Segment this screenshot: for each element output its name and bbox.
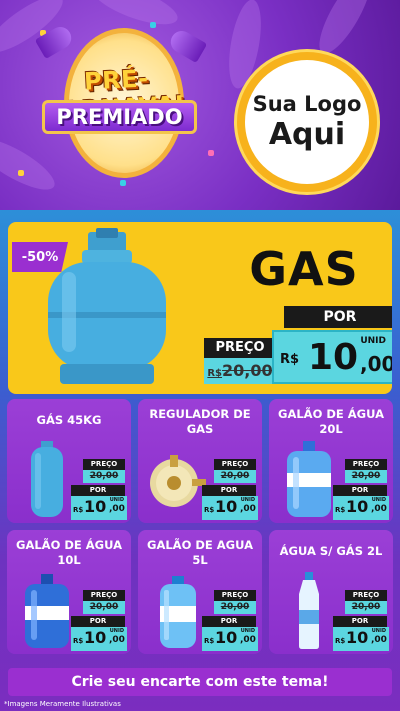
por-label: POR	[71, 616, 125, 627]
unit-label: UNID	[109, 628, 124, 634]
sale-price: UNID R$ 10 ,00	[333, 627, 389, 651]
currency-symbol: R$	[73, 637, 84, 645]
product-title: GALÃO DE ÁGUA 20L	[278, 407, 384, 436]
water-jug-10l-image	[25, 574, 69, 648]
unit-label: UNID	[240, 628, 255, 634]
product-card: ÁGUA S/ GÁS 2L PREÇO 20,00 POR UNID R$ 1…	[269, 530, 393, 654]
leaf-decoration	[310, 0, 380, 60]
discount-badge: -50%	[12, 242, 68, 272]
store-logo-placeholder: Sua Logo Aqui	[237, 52, 377, 192]
product-title: ÁGUA S/ GÁS 2L	[279, 544, 383, 558]
price-decimal: ,00	[371, 635, 387, 645]
old-price: 20,00	[83, 470, 125, 483]
sale-price: UNID R$ 10 ,00	[71, 496, 127, 520]
product-card: GALÃO DE ÁGUA 10L PREÇO 20,00 POR UNID R…	[7, 530, 131, 654]
currency-symbol: R$	[335, 637, 346, 645]
sale-price: UNID R$ 10 ,00	[272, 330, 392, 384]
preco-label: PREÇO	[345, 459, 387, 470]
sale-price: UNID R$ 10 ,00	[71, 627, 127, 651]
price-integer: 10	[215, 628, 238, 647]
product-card: REGULADOR DE GAS PREÇO 20,00 POR UNID R$…	[138, 399, 262, 523]
price-integer: 10	[84, 628, 107, 647]
por-label: POR	[333, 485, 387, 496]
featured-product-card: -50% GAS PREÇO R$20,00 POR UNID R$ 10 ,0…	[8, 222, 392, 394]
logo-line-2: Aqui	[268, 117, 346, 152]
product-title: GAS	[249, 242, 359, 296]
currency-symbol: R$	[335, 506, 346, 514]
product-card: GÁS 45KG PREÇO 20,00 POR UNID R$ 10 ,00	[7, 399, 131, 523]
preco-label: PREÇO	[83, 590, 125, 601]
gas-cylinder-45kg-image	[31, 441, 63, 517]
cta-banner[interactable]: Crie seu encarte com este tema!	[8, 668, 392, 696]
preco-label: PREÇO	[83, 459, 125, 470]
product-title: GÁS 45KG	[36, 413, 102, 427]
price-integer: 10	[346, 628, 369, 647]
price-integer: 10	[346, 497, 369, 516]
por-label: POR	[202, 485, 256, 496]
confetti-decoration	[120, 180, 126, 186]
confetti-decoration	[18, 170, 24, 176]
product-title: REGULADOR DE GAS	[149, 407, 251, 436]
preco-label: PREÇO	[345, 590, 387, 601]
por-label: POR	[71, 485, 125, 496]
gas-regulator-image	[150, 455, 206, 507]
price-integer: 10	[308, 337, 359, 378]
old-price: 20,00	[345, 601, 387, 614]
product-title: GALÃO DE ÁGUA 10L	[16, 538, 122, 567]
currency-symbol: R$	[204, 637, 215, 645]
price-decimal: ,00	[240, 635, 256, 645]
old-price: 20,00	[214, 601, 256, 614]
por-label: POR	[333, 616, 387, 627]
old-price-currency: R$	[207, 368, 223, 379]
leaf-decoration	[87, 0, 183, 33]
product-card: GALÃO DE AGUA 5L PREÇO 20,00 POR UNID R$…	[138, 530, 262, 654]
price-decimal: ,00	[240, 504, 256, 514]
price-integer: 10	[215, 497, 238, 516]
unit-label: UNID	[109, 497, 124, 503]
preco-label: PREÇO	[204, 338, 276, 358]
product-card: GALÃO DE ÁGUA 20L PREÇO 20,00 POR UNID R…	[269, 399, 393, 523]
water-bottle-2l-image	[299, 572, 319, 649]
sale-price: UNID R$ 10 ,00	[202, 496, 258, 520]
confetti-decoration	[150, 22, 156, 28]
unit-label: UNID	[371, 628, 386, 634]
price-decimal: ,00	[109, 504, 125, 514]
price-decimal: ,00	[109, 635, 125, 645]
sale-price: UNID R$ 10 ,00	[202, 627, 258, 651]
disclaimer-text: *Imagens Meramente Ilustrativas	[4, 700, 121, 708]
preco-label: PREÇO	[214, 590, 256, 601]
preco-label: PREÇO	[214, 459, 256, 470]
water-jug-5l-image	[160, 576, 196, 648]
unit-label: UNID	[240, 497, 255, 503]
unit-label: UNID	[371, 497, 386, 503]
old-price: 20,00	[83, 601, 125, 614]
old-price-value: 20,00	[222, 361, 273, 380]
logo-line-1: Sua Logo	[252, 92, 362, 116]
price-integer: 10	[84, 497, 107, 516]
old-price: 20,00	[345, 470, 387, 483]
header-banner: PRÉ-CARNAVAL PREMIADO Sua Logo Aqui	[0, 0, 400, 210]
por-label: POR	[284, 306, 392, 328]
campaign-subtitle: PREMIADO	[42, 100, 197, 134]
price-decimal: ,00	[371, 504, 387, 514]
product-title: GALÃO DE AGUA 5L	[147, 538, 253, 567]
campaign-badge: PRÉ-CARNAVAL PREMIADO	[22, 28, 212, 178]
currency-symbol: R$	[204, 506, 215, 514]
por-label: POR	[202, 616, 256, 627]
unit-label: UNID	[360, 336, 386, 346]
old-price: 20,00	[214, 470, 256, 483]
price-decimal: ,00	[360, 352, 392, 376]
currency-symbol: R$	[280, 352, 300, 367]
water-jug-20l-image	[287, 441, 331, 517]
currency-symbol: R$	[73, 506, 84, 514]
confetti-decoration	[208, 150, 214, 156]
sale-price: UNID R$ 10 ,00	[333, 496, 389, 520]
megaphone-icon	[166, 26, 208, 64]
old-price: R$20,00	[204, 358, 276, 384]
